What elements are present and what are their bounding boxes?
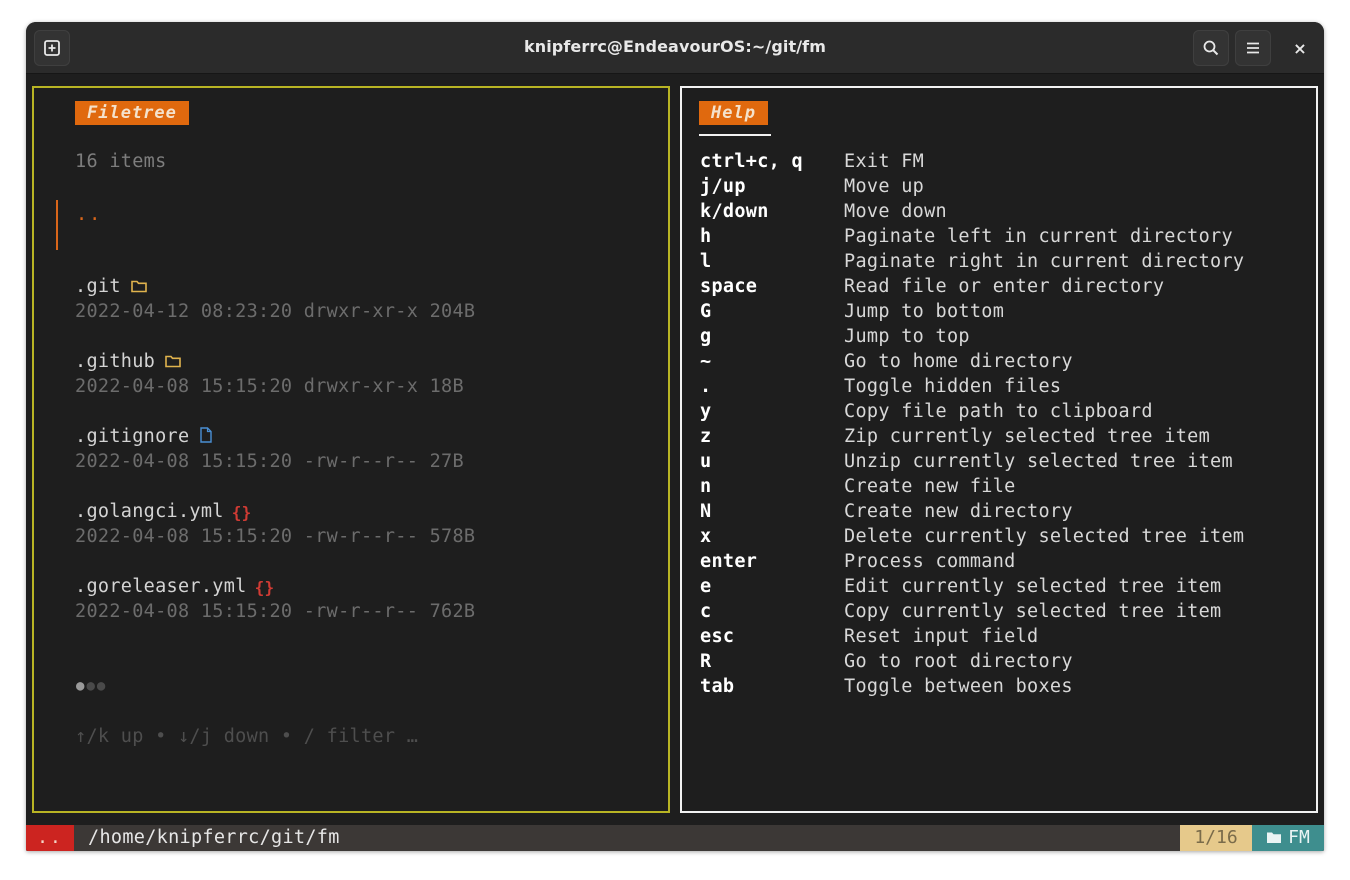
help-description: Go to home directory (844, 351, 1073, 372)
help-key: tab (700, 676, 735, 697)
help-description: Go to root directory (844, 651, 1073, 672)
help-key: z (700, 426, 712, 447)
current-path: /home/knipferrc/git/fm (88, 827, 340, 848)
terminal-area: Filetree 16 items .. .git 2022-04-12 08:… (26, 74, 1324, 851)
help-key: c (700, 601, 712, 622)
key-help-hint: ↑/k up • ↓/j down • / filter … (75, 726, 419, 747)
file-meta: 2022-04-08 15:15:20 -rw-r--r-- 578B (75, 526, 476, 547)
pagination-dot: ● (96, 678, 108, 694)
help-key: R (700, 651, 712, 672)
menu-button[interactable] (1235, 30, 1271, 66)
help-key: e (700, 576, 712, 597)
status-bar: .. /home/knipferrc/git/fm 1/16 FM (26, 825, 1324, 851)
help-description: Unzip currently selected tree item (844, 451, 1233, 472)
help-description: Reset input field (844, 626, 1039, 647)
file-meta: 2022-04-12 08:23:20 drwxr-xr-x 204B (75, 301, 476, 322)
help-description: Copy file path to clipboard (844, 401, 1153, 422)
braces-icon: {} (231, 502, 252, 522)
help-key: ~ (700, 351, 712, 372)
file-name: .gitignore (75, 426, 190, 447)
folder-icon (165, 352, 181, 373)
pagination-dot-active: ● (76, 678, 87, 694)
help-key: k/down (700, 201, 769, 222)
filetree-tag: Filetree (75, 101, 189, 125)
pagination-dots: ●●● (76, 678, 107, 694)
help-description: Paginate right in current directory (844, 251, 1245, 272)
item-count: 16 items (75, 151, 167, 172)
pagination-dot: ● (86, 678, 97, 694)
status-parent-indicator: .. (26, 825, 74, 851)
file-name: .goreleaser.yml (75, 576, 247, 597)
file-meta: 2022-04-08 15:15:20 -rw-r--r-- 27B (75, 451, 464, 472)
help-key: y (700, 401, 712, 422)
help-key: N (700, 501, 712, 522)
mode-indicator: FM (1252, 825, 1324, 851)
help-description: Edit currently selected tree item (844, 576, 1222, 597)
item-position: 1/16 (1180, 825, 1252, 851)
help-description: Delete currently selected tree item (844, 526, 1245, 547)
folder-icon (130, 277, 147, 298)
help-description: Toggle between boxes (844, 676, 1073, 697)
help-tag: Help (699, 101, 768, 125)
mode-label: FM (1288, 827, 1310, 848)
help-description: Paginate left in current directory (844, 226, 1233, 247)
parent-directory-entry[interactable]: .. (76, 204, 102, 225)
help-key: esc (700, 626, 735, 647)
file-icon (199, 426, 213, 448)
help-description: Jump to bottom (844, 301, 1005, 322)
help-tag-underline (699, 134, 771, 136)
search-button[interactable] (1193, 30, 1229, 66)
help-description: Copy currently selected tree item (844, 601, 1222, 622)
help-description: Jump to top (844, 326, 970, 347)
help-description: Create new directory (844, 501, 1073, 522)
folder-icon (1267, 832, 1282, 843)
help-key: l (700, 251, 712, 272)
help-key: enter (700, 551, 758, 572)
help-key: h (700, 226, 712, 247)
help-key: g (700, 326, 712, 347)
file-meta: 2022-04-08 15:15:20 -rw-r--r-- 762B (75, 601, 476, 622)
file-name: .github (75, 351, 156, 372)
close-button[interactable]: × (1286, 34, 1314, 62)
help-key: x (700, 526, 712, 547)
hamburger-menu-icon (1247, 42, 1259, 54)
help-description: Zip currently selected tree item (844, 426, 1211, 447)
braces-icon: {} (254, 577, 275, 597)
help-key: ctrl+c, q (700, 151, 803, 172)
help-key: . (700, 376, 712, 397)
help-description: Process command (844, 551, 1016, 572)
help-key: u (700, 451, 712, 472)
help-panel[interactable]: Help ctrl+c, q Exit FM j/up Move up k/down Mo… (680, 86, 1318, 813)
window-title: knipferrc@EndeavourOS:~/git/fm (523, 37, 826, 56)
help-key: space (700, 276, 758, 297)
help-key: j/up (700, 176, 746, 197)
help-description: Read file or enter directory (844, 276, 1165, 297)
terminal-window: knipferrc@EndeavourOS:~/git/fm × Filetre… (26, 22, 1324, 851)
file-name: .golangci.yml (75, 501, 224, 522)
help-description: Move up (844, 176, 925, 197)
help-description: Toggle hidden files (844, 376, 1062, 397)
file-meta: 2022-04-08 15:15:20 drwxr-xr-x 18B (75, 376, 464, 397)
title-bar: knipferrc@EndeavourOS:~/git/fm × (26, 22, 1324, 74)
filetree-panel[interactable]: Filetree 16 items .. .git 2022-04-12 08:… (32, 86, 670, 813)
help-description: Create new file (844, 476, 1016, 497)
help-key: G (700, 301, 712, 322)
help-description: Exit FM (844, 151, 925, 172)
help-description: Move down (844, 201, 947, 222)
selection-indicator (56, 200, 58, 250)
help-key: n (700, 476, 712, 497)
search-icon (1203, 40, 1219, 56)
file-name: .git (75, 276, 121, 297)
close-icon: × (1293, 38, 1307, 58)
